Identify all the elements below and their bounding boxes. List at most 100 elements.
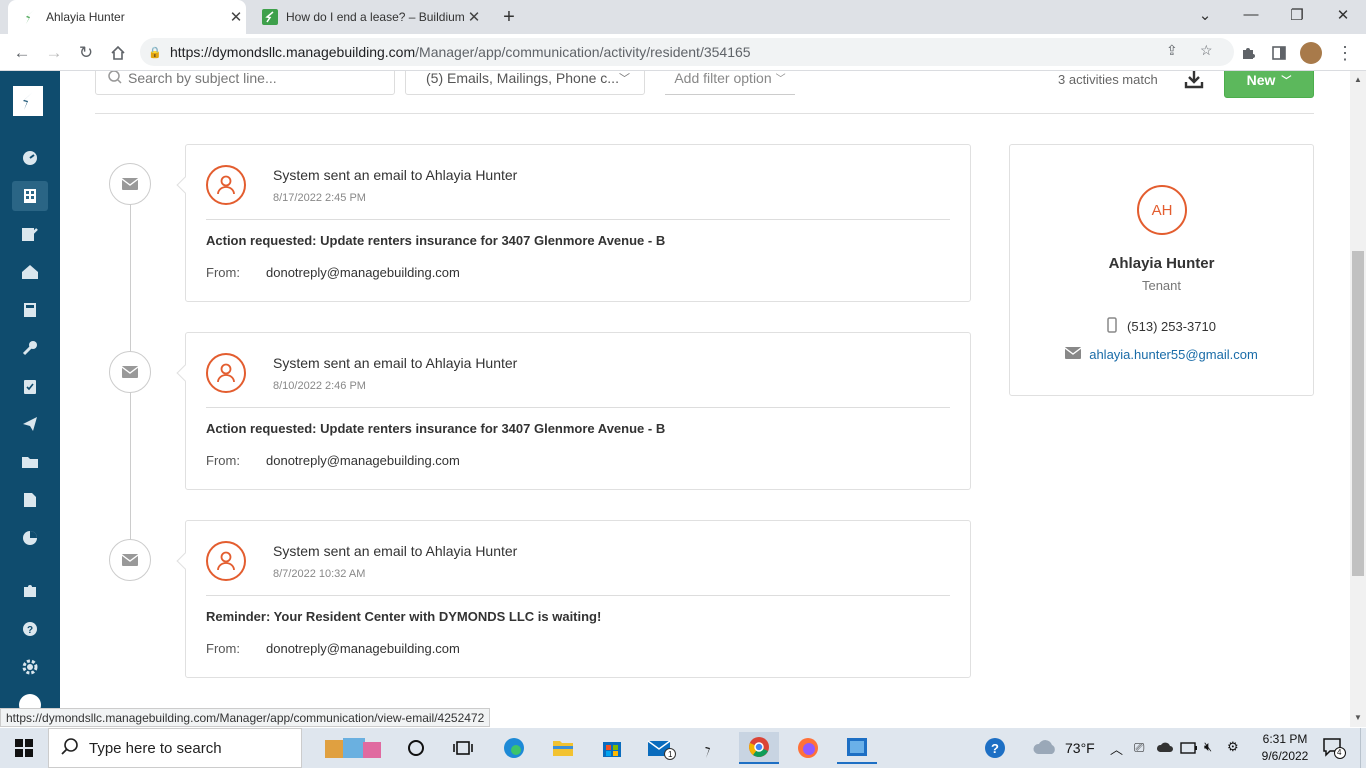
share-icon[interactable]: ⇪ — [1166, 42, 1178, 59]
home-icon[interactable] — [107, 42, 129, 64]
associations-icon[interactable] — [12, 257, 48, 287]
tab-title: How do I end a lease? – Buildium — [286, 10, 464, 24]
new-tab-button[interactable]: + — [498, 6, 520, 28]
files-folder-icon[interactable] — [12, 447, 48, 477]
add-filter-option-dropdown[interactable]: Add filter option ﹀ — [665, 71, 795, 95]
activity-card[interactable]: System sent an email to Ahlayia Hunter 8… — [176, 520, 971, 678]
taskbar-search-box[interactable]: Type here to search — [48, 728, 302, 768]
activity-subject[interactable]: Action requested: Update renters insuran… — [206, 421, 665, 436]
card-pointer — [176, 552, 194, 570]
minimize-icon[interactable]: — — [1236, 6, 1266, 26]
dashboard-icon[interactable] — [12, 143, 48, 173]
mail-envelope-icon — [109, 351, 151, 393]
side-panel-icon[interactable] — [1268, 42, 1290, 64]
from-label: From: — [206, 265, 240, 280]
lock-icon: 🔒 — [148, 46, 162, 59]
chevron-down-icon: ﹀ — [619, 73, 630, 85]
browser-menu-icon[interactable]: ⋮ — [1334, 42, 1356, 64]
chrome-icon[interactable] — [739, 732, 779, 764]
activity-subject[interactable]: Reminder: Your Resident Center with DYMO… — [206, 609, 601, 624]
clock-date: 9/6/2022 — [1261, 749, 1309, 763]
back-icon[interactable]: ← — [11, 42, 33, 64]
firefox-icon[interactable] — [788, 732, 828, 764]
reload-icon[interactable]: ↻ — [75, 42, 97, 64]
weather-cloud-icon[interactable] — [1032, 738, 1058, 761]
buildium-app-icon[interactable] — [690, 732, 730, 764]
notifications-icon[interactable]: 4 — [1322, 737, 1346, 759]
new-button[interactable]: New ﹀ — [1224, 71, 1314, 98]
forward-icon[interactable]: → — [43, 42, 65, 64]
browser-tab-bar: Ahlayia Hunter ✕ How do I end a lease? –… — [0, 0, 1366, 34]
analytics-pie-icon[interactable] — [12, 523, 48, 553]
task-view-icon[interactable] — [443, 732, 483, 764]
scroll-up-icon[interactable]: ▲ — [1354, 75, 1362, 84]
person-icon — [206, 353, 246, 393]
close-tab-icon[interactable]: ✕ — [464, 8, 484, 26]
add-ons-puzzle-icon[interactable] — [12, 576, 48, 606]
close-tab-icon[interactable]: ✕ — [226, 8, 246, 26]
mail-app-icon[interactable]: 1 — [641, 732, 681, 764]
from-email: donotreply@managebuilding.com — [266, 265, 460, 280]
activity-card[interactable]: System sent an email to Ahlayia Hunter 8… — [176, 332, 971, 490]
scrollbar-thumb[interactable] — [1352, 251, 1364, 576]
taskbar-search-placeholder: Type here to search — [89, 739, 222, 757]
restore-icon[interactable]: ❐ — [1282, 6, 1312, 26]
contact-email-link[interactable]: ahlayia.hunter55@gmail.com — [1089, 347, 1258, 362]
help-icon[interactable]: ? — [12, 614, 48, 644]
maintenance-wrench-icon[interactable] — [12, 333, 48, 363]
accounting-icon[interactable] — [12, 295, 48, 325]
bookmark-star-icon[interactable]: ☆ — [1200, 42, 1213, 59]
buildium-logo[interactable] — [13, 86, 43, 116]
contact-email-row: ahlayia.hunter55@gmail.com — [1010, 347, 1313, 362]
app-sidebar: ? — [0, 71, 60, 727]
activity-title: System sent an email to Ahlayia Hunter — [273, 543, 518, 559]
reports-document-icon[interactable] — [12, 485, 48, 515]
tray-overflow-chevron-icon[interactable]: ︿ — [1110, 739, 1123, 758]
chevron-down-icon: ﹀ — [775, 74, 786, 85]
windows-app-icon[interactable] — [837, 732, 877, 764]
contact-phone[interactable]: (513) 253-3710 — [1127, 319, 1216, 334]
leasing-icon[interactable] — [12, 219, 48, 249]
extensions-icon[interactable] — [1237, 42, 1259, 64]
download-icon[interactable] — [1182, 71, 1206, 91]
tab-how-do-i-end-a-lease[interactable]: How do I end a lease? – Buildium ✕ — [248, 0, 484, 34]
onedrive-cloud-icon[interactable] — [1156, 740, 1174, 758]
help-tray-icon[interactable]: ? — [975, 732, 1015, 764]
divider — [206, 219, 950, 220]
activity-date: 8/7/2022 10:32 AM — [273, 568, 366, 580]
activity-card[interactable]: System sent an email to Ahlayia Hunter 8… — [176, 144, 971, 302]
settings-gear-icon[interactable] — [12, 652, 48, 682]
main-content: Search by subject line... (5) Emails, Ma… — [60, 71, 1350, 727]
edge-icon[interactable] — [494, 732, 534, 764]
battery-icon[interactable] — [1180, 741, 1198, 759]
tab-title: Ahlayia Hunter — [46, 10, 125, 24]
activity-type-filter[interactable]: (5) Emails, Mailings, Phone c... ﹀ — [405, 71, 645, 95]
search-highlight-icon[interactable] — [314, 732, 394, 764]
network-icon[interactable]: ⚙︎ — [1227, 739, 1239, 755]
tab-search-icon[interactable]: ⌄ — [1190, 6, 1220, 26]
address-bar[interactable]: 🔒 https://dymondsllc.managebuilding.com /… — [140, 38, 1234, 66]
weather-temp[interactable]: 73°F — [1065, 740, 1095, 756]
volume-muted-icon[interactable]: 🔇︎ — [1204, 739, 1212, 755]
search-icon — [61, 737, 79, 759]
tasks-clipboard-icon[interactable] — [12, 371, 48, 401]
divider — [95, 113, 1314, 114]
page-scrollbar[interactable]: ▲ ▼ — [1350, 71, 1366, 727]
search-icon — [108, 71, 122, 87]
file-explorer-icon[interactable] — [543, 732, 583, 764]
windows-taskbar: Type here to search 1 ? 73°F ︿ ⎚ 🔇︎ ⚙︎ 6… — [0, 728, 1366, 768]
microsoft-store-icon[interactable] — [592, 732, 632, 764]
profile-avatar[interactable] — [1300, 42, 1322, 64]
communication-send-icon[interactable] — [12, 409, 48, 439]
tab-ahlayia-hunter[interactable]: Ahlayia Hunter ✕ — [8, 0, 246, 34]
close-window-icon[interactable]: ✕ — [1328, 6, 1358, 26]
scroll-down-icon[interactable]: ▼ — [1354, 713, 1362, 722]
meet-now-icon[interactable]: ⎚ — [1134, 740, 1144, 756]
activity-subject[interactable]: Action requested: Update renters insuran… — [206, 233, 665, 248]
show-desktop-button[interactable] — [1360, 728, 1366, 768]
windows-start-icon[interactable] — [4, 732, 44, 764]
subject-search-input[interactable]: Search by subject line... — [95, 71, 395, 95]
rentals-icon[interactable] — [12, 181, 48, 211]
taskbar-clock[interactable]: 6:31 PM 9/6/2022 — [1252, 731, 1318, 765]
cortana-icon[interactable] — [396, 732, 436, 764]
